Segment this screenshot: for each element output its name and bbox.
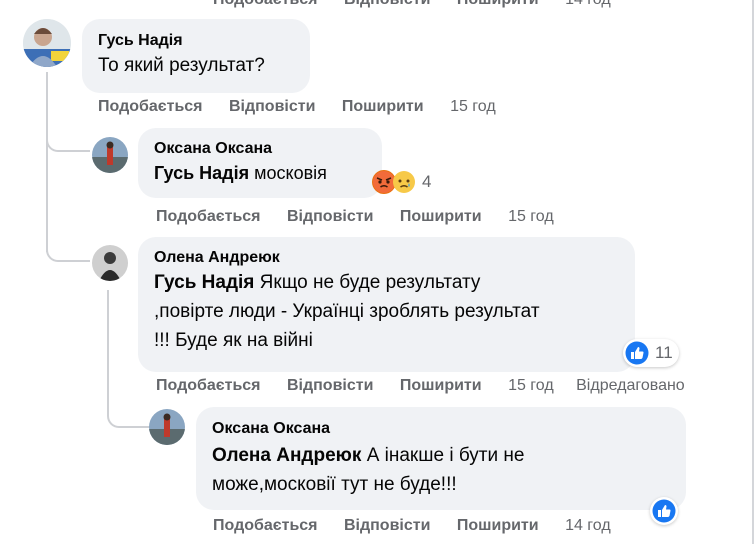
thread-line xyxy=(46,72,48,252)
like-button[interactable]: Подобається xyxy=(156,377,261,395)
thread-connector xyxy=(107,398,149,428)
thread-connector xyxy=(46,128,90,152)
comment-actions: Подобається Відповісти Поширити 14 год xyxy=(213,517,633,535)
sad-emoji-icon xyxy=(392,170,416,194)
avatar[interactable] xyxy=(23,19,71,67)
avatar[interactable] xyxy=(92,245,128,281)
reply-button[interactable]: Відповісти xyxy=(287,377,373,395)
comment-author[interactable]: Оксана Оксана xyxy=(212,419,674,439)
comment-text: московія xyxy=(254,163,327,183)
share-button[interactable]: Поширити xyxy=(457,0,539,9)
like-button[interactable]: Подобається xyxy=(98,98,203,116)
reaction-count: 11 xyxy=(655,343,673,362)
comment-text-line: ,повірте люди - Українці зроблять резуль… xyxy=(154,301,540,322)
like-button[interactable]: Подобається xyxy=(213,0,318,9)
avatar-photo-icon xyxy=(92,137,128,173)
like-button[interactable]: Подобається xyxy=(213,517,318,535)
timestamp: 14 год xyxy=(565,0,611,9)
comment-bubble: Гусь Надія То який результат? xyxy=(82,19,310,93)
comment-text: То який результат? xyxy=(98,55,265,76)
like-emoji-icon xyxy=(652,499,676,523)
comment-actions: Подобається Відповісти Поширити 15 год xyxy=(156,208,576,226)
comment-author[interactable]: Оксана Оксана xyxy=(154,139,370,159)
comment-text-line: А інакше і бути не xyxy=(366,445,525,466)
mention-link[interactable]: Гусь Надія xyxy=(154,272,254,293)
timestamp: 14 год xyxy=(565,517,611,534)
avatar[interactable] xyxy=(92,137,128,173)
comment-author[interactable]: Олена Андреюк xyxy=(154,248,623,268)
like-emoji-icon xyxy=(625,341,649,365)
avatar-photo-icon xyxy=(149,409,185,445)
reaction-summary[interactable]: 4 xyxy=(370,169,437,195)
reaction-count: 4 xyxy=(422,172,432,191)
share-button[interactable]: Поширити xyxy=(342,98,424,116)
thread-connector xyxy=(46,238,90,262)
comment-actions: Подобається Відповісти Поширити 15 год В… xyxy=(156,377,707,395)
comment-bubble: Оксана Оксана Гусь Надія московія xyxy=(138,128,382,198)
avatar-photo-icon xyxy=(92,245,128,281)
timestamp: 15 год xyxy=(508,377,554,394)
reply-button[interactable]: Відповісти xyxy=(344,0,430,9)
reaction-summary[interactable] xyxy=(650,497,678,525)
comment-bubble: Оксана Оксана Олена Андреюк А інакше і б… xyxy=(196,407,686,510)
reply-button[interactable]: Відповісти xyxy=(229,98,315,116)
comment-actions: Подобається Відповісти Поширити 15 год xyxy=(98,98,518,116)
reply-button[interactable]: Відповісти xyxy=(287,208,373,226)
top-comment-actions: Подобається Відповісти Поширити 14 год xyxy=(213,0,633,9)
comment-text-line: Якщо не буде результату xyxy=(259,272,481,293)
mention-link[interactable]: Гусь Надія xyxy=(154,163,249,183)
share-button[interactable]: Поширити xyxy=(457,517,539,535)
thread-line xyxy=(107,290,109,400)
comment-author[interactable]: Гусь Надія xyxy=(98,31,298,51)
like-button[interactable]: Подобається xyxy=(156,208,261,226)
comment-text-line: може,московії тут не буде!!! xyxy=(212,474,457,495)
avatar[interactable] xyxy=(149,409,185,445)
avatar-photo-icon xyxy=(23,19,71,67)
share-button[interactable]: Поширити xyxy=(400,208,482,226)
mention-link[interactable]: Олена Андреюк xyxy=(212,445,361,466)
share-button[interactable]: Поширити xyxy=(400,377,482,395)
reaction-summary[interactable]: 11 xyxy=(623,339,679,367)
timestamp: 15 год xyxy=(450,98,496,115)
scroll-edge xyxy=(752,0,754,544)
comment-text-line: !!! Буде як на війні xyxy=(154,330,313,351)
reply-button[interactable]: Відповісти xyxy=(344,517,430,535)
edited-label[interactable]: Відредаговано xyxy=(576,377,685,395)
comment-bubble: Олена Андреюк Гусь Надія Якщо не буде ре… xyxy=(138,237,635,372)
timestamp: 15 год xyxy=(508,208,554,225)
